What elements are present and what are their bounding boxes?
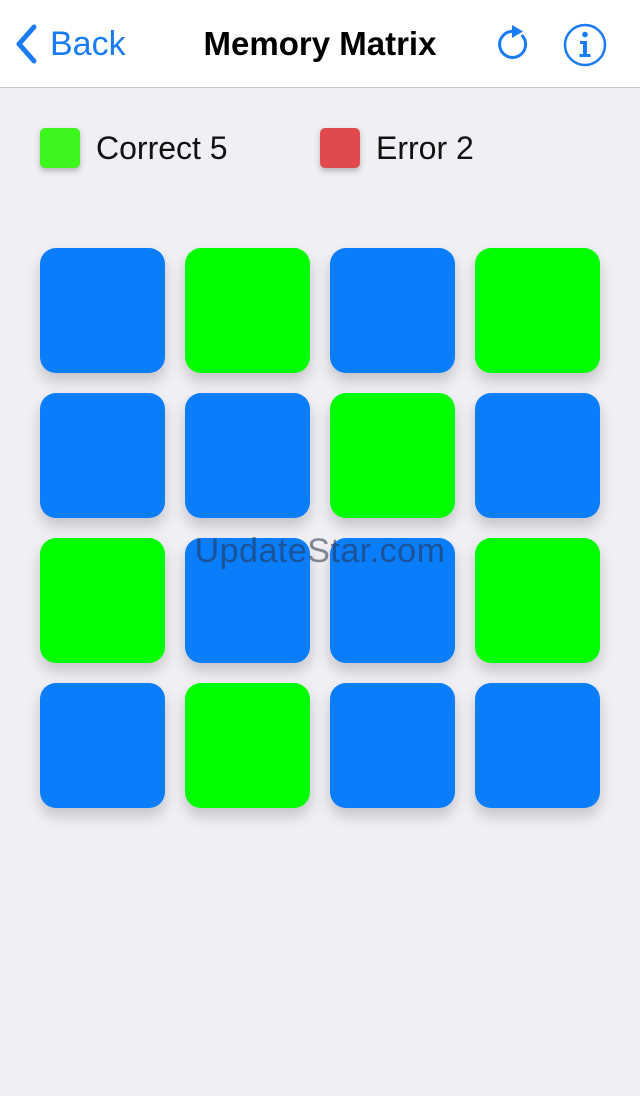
tile-r4-c1[interactable] (40, 683, 165, 808)
refresh-button[interactable] (490, 22, 534, 66)
tile-r3-c2[interactable] (185, 538, 310, 663)
error-swatch (320, 128, 360, 168)
tile-r1-c3[interactable] (330, 248, 455, 373)
tile-r3-c3[interactable] (330, 538, 455, 663)
memory-grid (40, 248, 600, 808)
tile-r4-c3[interactable] (330, 683, 455, 808)
correct-swatch (40, 128, 80, 168)
correct-counter: Correct 5 (40, 128, 228, 168)
info-icon (563, 23, 607, 67)
tile-r1-c4[interactable] (475, 248, 600, 373)
tile-r2-c3[interactable] (330, 393, 455, 518)
tile-r1-c2[interactable] (185, 248, 310, 373)
back-label: Back (50, 25, 126, 63)
tile-r3-c1[interactable] (40, 538, 165, 663)
chevron-left-icon (16, 24, 37, 64)
refresh-icon (498, 25, 528, 59)
tile-r4-c4[interactable] (475, 683, 600, 808)
tile-r2-c4[interactable] (475, 393, 600, 518)
navigation-bar: Back Memory Matrix (0, 0, 640, 88)
tile-r4-c2[interactable] (185, 683, 310, 808)
tile-r2-c2[interactable] (185, 393, 310, 518)
error-label: Error 2 (376, 130, 474, 166)
tile-r1-c1[interactable] (40, 248, 165, 373)
tile-r2-c1[interactable] (40, 393, 165, 518)
error-counter: Error 2 (320, 128, 474, 168)
back-button[interactable]: Back (14, 22, 126, 66)
correct-label: Correct 5 (96, 130, 228, 166)
info-button[interactable] (562, 22, 608, 68)
tile-r3-c4[interactable] (475, 538, 600, 663)
